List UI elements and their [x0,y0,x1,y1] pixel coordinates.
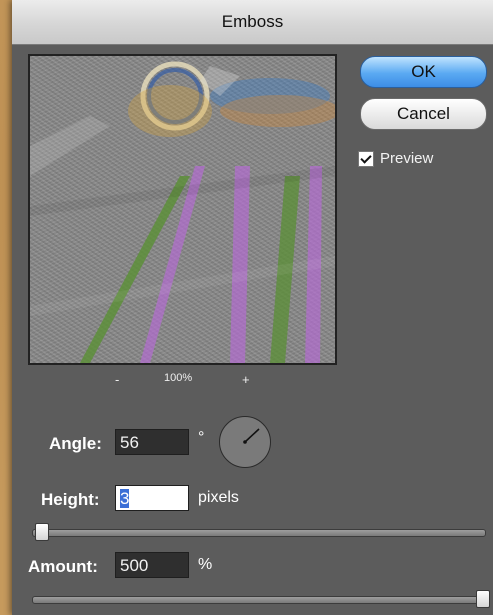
amount-unit: % [198,556,213,573]
angle-label: Angle: [49,434,102,453]
amount-input[interactable]: 500 [115,552,189,578]
height-slider-thumb[interactable] [35,523,49,541]
amount-label: Amount: [28,557,98,576]
title-bar: Emboss [12,0,493,45]
height-label: Height: [41,490,100,509]
zoom-out-button[interactable]: - [115,372,119,387]
amount-slider[interactable] [32,596,486,604]
preview-label: Preview [380,150,434,167]
height-value-selection: 3 [120,489,130,508]
angle-unit: ° [198,429,205,446]
angle-input[interactable]: 56 [115,429,189,455]
preview-toggle[interactable]: Preview [358,150,433,167]
checkmark-icon[interactable] [358,150,374,167]
dialog-title: Emboss [221,12,284,31]
height-unit: pixels [198,489,239,506]
zoom-in-button[interactable]: + [242,372,250,387]
cancel-button[interactable]: Cancel [360,98,487,130]
embossed-preview-graphic [30,61,335,363]
ok-button[interactable]: OK [360,56,487,88]
angle-dial-graphic [243,428,260,444]
angle-dial-icon[interactable] [219,416,271,468]
preview-image[interactable] [28,54,337,365]
zoom-level: 100% [164,372,193,384]
emboss-dialog: Emboss - 100% + OK Cancel Preview Angle:… [12,0,493,615]
height-input[interactable]: 3 [115,485,189,511]
amount-slider-thumb[interactable] [476,590,490,608]
height-slider[interactable] [32,529,486,537]
